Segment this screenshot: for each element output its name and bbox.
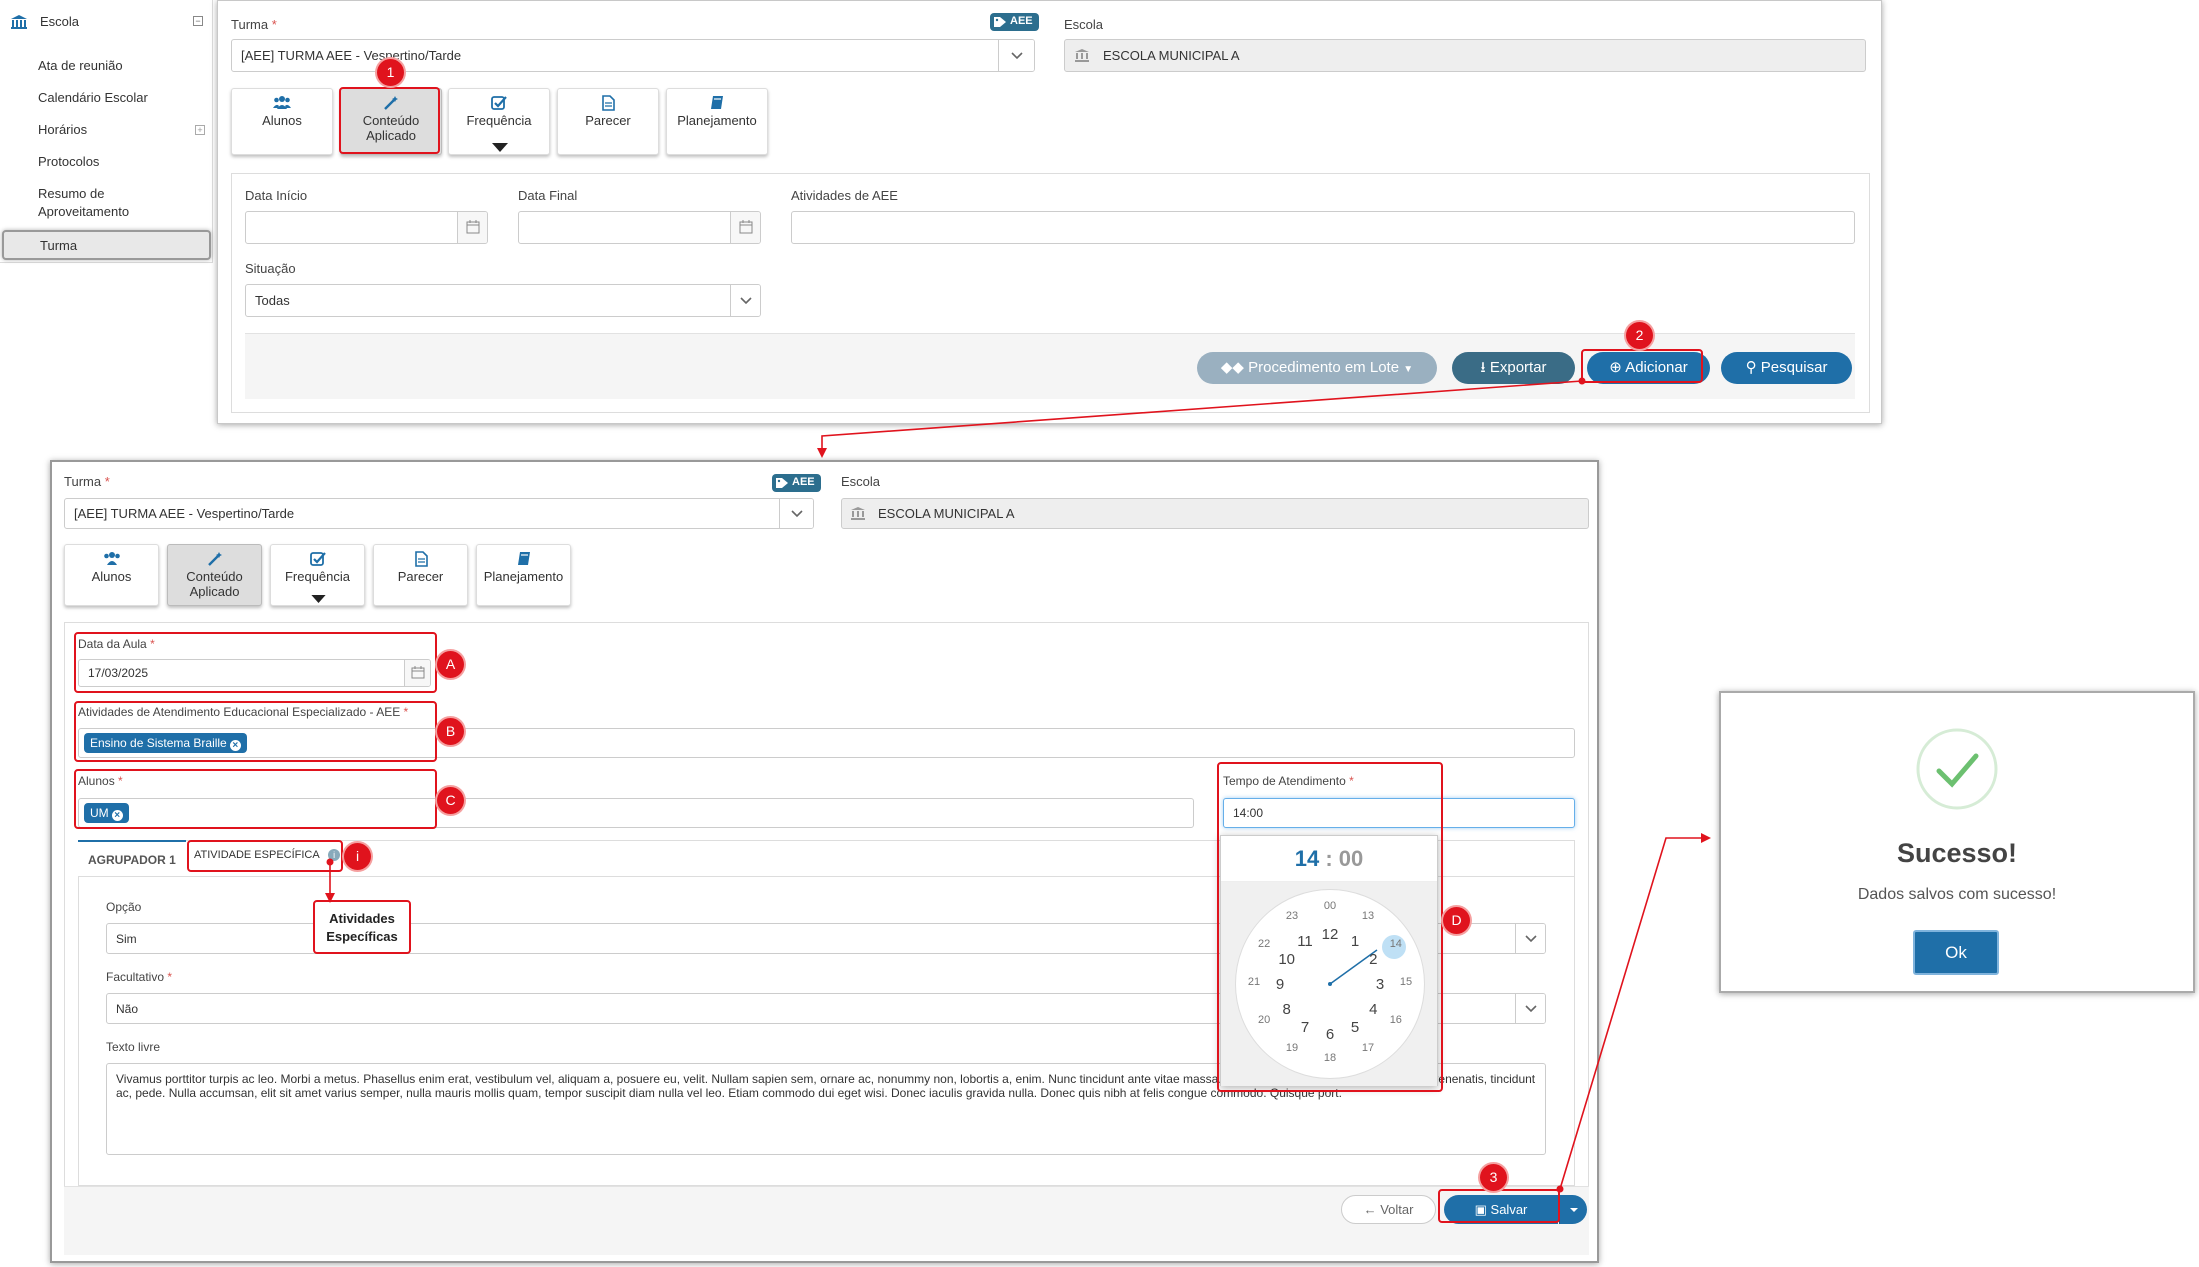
- annotation-arrows: [325, 377, 1711, 1193]
- success-title: Sucesso!: [1896, 838, 2018, 868]
- ok-button[interactable]: Ok: [1913, 930, 1999, 975]
- success-check-icon: [1916, 728, 1998, 810]
- success-dialog: Sucesso! Dados salvos com sucesso! Ok: [1719, 691, 2195, 993]
- success-message: Dados salvos com sucesso!: [1857, 886, 2057, 903]
